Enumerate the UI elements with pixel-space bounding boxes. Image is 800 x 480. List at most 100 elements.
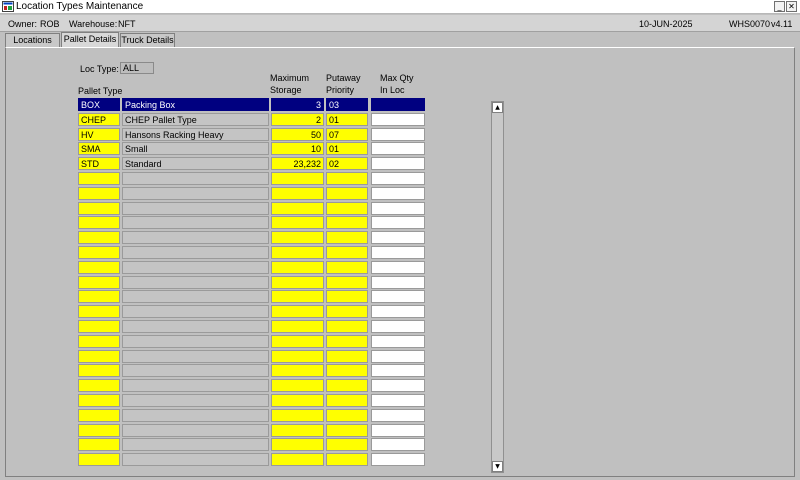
putaway-priority-cell[interactable]: 07 [326,128,368,141]
max-qty-in-loc-cell[interactable] [371,453,425,466]
max-storage-cell[interactable]: 2 [271,113,324,126]
close-button[interactable]: ✕ [786,1,797,12]
max-qty-in-loc-cell[interactable] [371,335,425,348]
pallet-type-code-cell[interactable]: SMA [78,142,120,155]
pallet-type-code-cell[interactable] [78,202,120,215]
max-qty-in-loc-cell[interactable] [371,113,425,126]
pallet-type-code-cell[interactable] [78,231,120,244]
pallet-description-cell[interactable] [122,394,269,407]
pallet-type-code-cell[interactable] [78,187,120,200]
putaway-priority-cell[interactable] [326,394,368,407]
pallet-description-cell[interactable] [122,276,269,289]
pallet-type-code-cell[interactable] [78,290,120,303]
max-storage-cell[interactable]: 23,232 [271,157,324,170]
putaway-priority-cell[interactable] [326,379,368,392]
putaway-priority-cell[interactable] [326,261,368,274]
max-qty-in-loc-cell[interactable] [371,98,425,111]
pallet-description-cell[interactable]: Packing Box [122,98,269,111]
max-qty-in-loc-cell[interactable] [371,364,425,377]
pallet-type-code-cell[interactable] [78,438,120,451]
pallet-description-cell[interactable] [122,409,269,422]
max-storage-cell[interactable]: 10 [271,142,324,155]
pallet-type-code-cell[interactable] [78,335,120,348]
max-storage-cell[interactable] [271,305,324,318]
max-storage-cell[interactable] [271,276,324,289]
max-qty-in-loc-cell[interactable] [371,261,425,274]
max-storage-cell[interactable] [271,320,324,333]
max-qty-in-loc-cell[interactable] [371,394,425,407]
putaway-priority-cell[interactable] [326,290,368,303]
putaway-priority-cell[interactable] [326,335,368,348]
max-storage-cell[interactable] [271,438,324,451]
pallet-description-cell[interactable] [122,335,269,348]
pallet-description-cell[interactable] [122,320,269,333]
max-storage-cell[interactable]: 3 [271,98,324,111]
max-qty-in-loc-cell[interactable] [371,320,425,333]
tab-locations[interactable]: Locations [5,33,60,47]
max-qty-in-loc-cell[interactable] [371,157,425,170]
pallet-description-cell[interactable] [122,202,269,215]
scroll-up-arrow-icon[interactable]: ▲ [492,102,503,113]
max-qty-in-loc-cell[interactable] [371,142,425,155]
pallet-description-cell[interactable] [122,246,269,259]
max-storage-cell[interactable] [271,424,324,437]
max-qty-in-loc-cell[interactable] [371,350,425,363]
max-qty-in-loc-cell[interactable] [371,276,425,289]
pallet-type-code-cell[interactable]: STD [78,157,120,170]
pallet-description-cell[interactable] [122,261,269,274]
max-qty-in-loc-cell[interactable] [371,202,425,215]
pallet-type-code-cell[interactable]: CHEP [78,113,120,126]
putaway-priority-cell[interactable] [326,231,368,244]
scroll-down-arrow-icon[interactable]: ▼ [492,461,503,472]
max-qty-in-loc-cell[interactable] [371,187,425,200]
pallet-type-code-cell[interactable] [78,424,120,437]
putaway-priority-cell[interactable] [326,350,368,363]
minimize-button[interactable]: _ [774,1,785,12]
putaway-priority-cell[interactable] [326,424,368,437]
pallet-type-code-cell[interactable] [78,409,120,422]
loc-type-field[interactable]: ALL [120,62,154,74]
pallet-description-cell[interactable] [122,438,269,451]
pallet-description-cell[interactable] [122,172,269,185]
max-qty-in-loc-cell[interactable] [371,290,425,303]
pallet-type-code-cell[interactable] [78,364,120,377]
putaway-priority-cell[interactable] [326,320,368,333]
putaway-priority-cell[interactable] [326,246,368,259]
pallet-type-code-cell[interactable] [78,305,120,318]
pallet-description-cell[interactable]: Small [122,142,269,155]
pallet-description-cell[interactable]: CHEP Pallet Type [122,113,269,126]
vertical-scrollbar[interactable]: ▲ ▼ [491,101,504,473]
pallet-type-code-cell[interactable] [78,261,120,274]
max-storage-cell[interactable] [271,409,324,422]
max-storage-cell[interactable] [271,379,324,392]
pallet-description-cell[interactable] [122,231,269,244]
pallet-description-cell[interactable]: Hansons Racking Heavy [122,128,269,141]
pallet-description-cell[interactable] [122,216,269,229]
putaway-priority-cell[interactable] [326,438,368,451]
max-qty-in-loc-cell[interactable] [371,438,425,451]
max-storage-cell[interactable] [271,350,324,363]
pallet-description-cell[interactable] [122,424,269,437]
max-storage-cell[interactable] [271,394,324,407]
max-storage-cell[interactable] [271,231,324,244]
pallet-description-cell[interactable] [122,364,269,377]
putaway-priority-cell[interactable]: 03 [326,98,368,111]
max-qty-in-loc-cell[interactable] [371,409,425,422]
pallet-description-cell[interactable]: Standard [122,157,269,170]
pallet-description-cell[interactable] [122,187,269,200]
putaway-priority-cell[interactable] [326,453,368,466]
max-storage-cell[interactable] [271,453,324,466]
max-qty-in-loc-cell[interactable] [371,231,425,244]
max-storage-cell[interactable]: 50 [271,128,324,141]
tab-pallet-details[interactable]: Pallet Details [61,32,119,47]
max-storage-cell[interactable] [271,202,324,215]
putaway-priority-cell[interactable] [326,172,368,185]
putaway-priority-cell[interactable] [326,202,368,215]
max-storage-cell[interactable] [271,172,324,185]
pallet-type-code-cell[interactable]: BOX [78,98,120,111]
putaway-priority-cell[interactable] [326,305,368,318]
tab-truck-details[interactable]: Truck Details [120,33,175,47]
max-storage-cell[interactable] [271,290,324,303]
max-qty-in-loc-cell[interactable] [371,424,425,437]
putaway-priority-cell[interactable] [326,216,368,229]
